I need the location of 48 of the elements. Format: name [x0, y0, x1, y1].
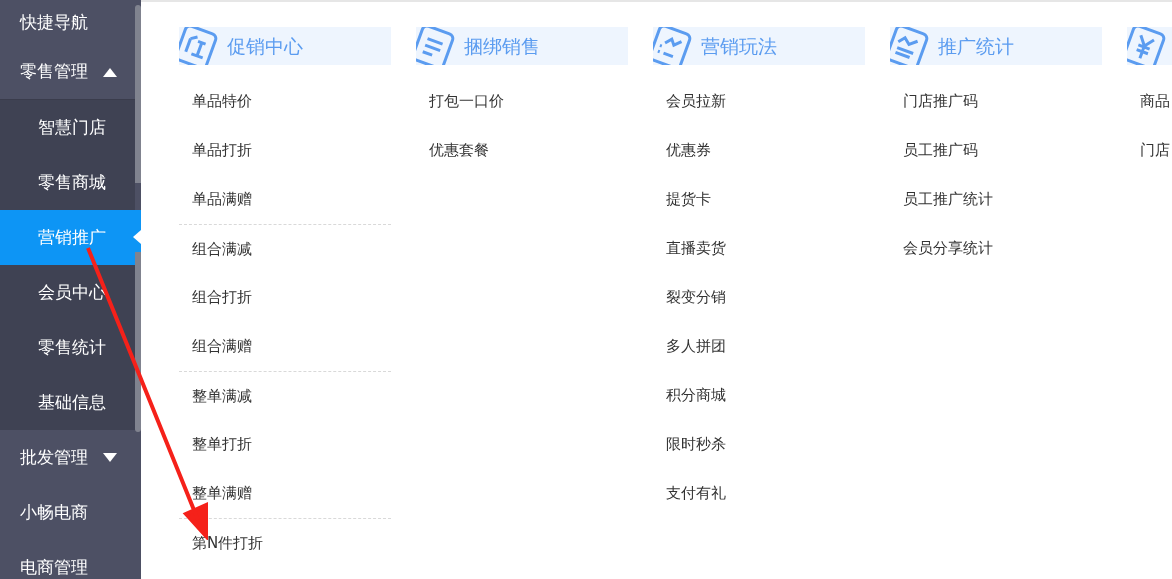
menu-link[interactable]: 第N件打折	[179, 519, 391, 567]
menu-link[interactable]: 单品打折	[179, 126, 391, 175]
menu-link[interactable]: 优惠套餐	[416, 126, 628, 175]
menu-link[interactable]: 优惠券	[653, 126, 865, 175]
pointer-icon	[133, 230, 141, 244]
caret-up-icon	[103, 67, 117, 77]
column-title: 捆绑销售	[464, 33, 540, 59]
scrollbar[interactable]	[135, 5, 141, 183]
menu-link[interactable]: 提货卡	[653, 175, 865, 224]
submenu-item[interactable]: 零售商城	[0, 155, 135, 210]
submenu-item[interactable]: 零售统计	[0, 320, 135, 375]
column-title: 推广统计	[938, 33, 1014, 59]
caret-down-icon	[103, 453, 117, 462]
menu-link[interactable]: 积分商城	[653, 371, 865, 420]
chart-document-icon	[653, 27, 694, 65]
menu-link[interactable]: 整单满赠	[179, 469, 391, 518]
menu-link[interactable]: 门店推广码	[890, 77, 1102, 126]
menu-link[interactable]: 组合打折	[179, 273, 391, 322]
menu-link[interactable]: 限时秒杀	[653, 420, 865, 469]
submenu-item[interactable]: 会员中心	[0, 265, 135, 320]
menu-link[interactable]: 整单满减	[179, 372, 391, 420]
menu-link[interactable]: 裂变分销	[653, 273, 865, 322]
menu-link[interactable]: 会员拉新	[653, 77, 865, 126]
document-icon	[416, 27, 457, 65]
scrollbar[interactable]	[135, 252, 141, 432]
menu-link[interactable]: 打包一口价	[416, 77, 628, 126]
submenu-item[interactable]: 智慧门店	[0, 100, 135, 155]
column-title: 促销中心	[227, 33, 303, 59]
menu-link[interactable]: 支付有礼	[653, 469, 865, 518]
menu-link[interactable]: 直播卖货	[653, 224, 865, 273]
chart-document-icon	[890, 27, 931, 65]
menu-link[interactable]: 商品	[1127, 77, 1172, 126]
sidebar-item[interactable]: 电商管理	[0, 540, 135, 579]
menu-link[interactable]: 单品满赠	[179, 175, 391, 224]
menu-link[interactable]: 组合满赠	[179, 322, 391, 371]
submenu-item[interactable]: 基础信息	[0, 375, 135, 430]
menu-link[interactable]: 员工推广统计	[890, 175, 1102, 224]
menu-link[interactable]: 整单打折	[179, 420, 391, 469]
column-title: 营销玩法	[701, 33, 777, 59]
menu-link[interactable]: 门店	[1127, 126, 1172, 175]
sidebar-item[interactable]: 批发管理	[0, 430, 135, 485]
menu-link[interactable]: 单品特价	[179, 77, 391, 126]
menu-link[interactable]: 组合满减	[179, 225, 391, 273]
menu-link[interactable]: 会员分享统计	[890, 224, 1102, 273]
sidebar-item[interactable]: 小畅电商	[0, 485, 135, 540]
menu-link[interactable]: 员工推广码	[890, 126, 1102, 175]
menu-link[interactable]: 多人拼团	[653, 322, 865, 371]
sidebar-item[interactable]: 快捷导航	[0, 0, 135, 45]
